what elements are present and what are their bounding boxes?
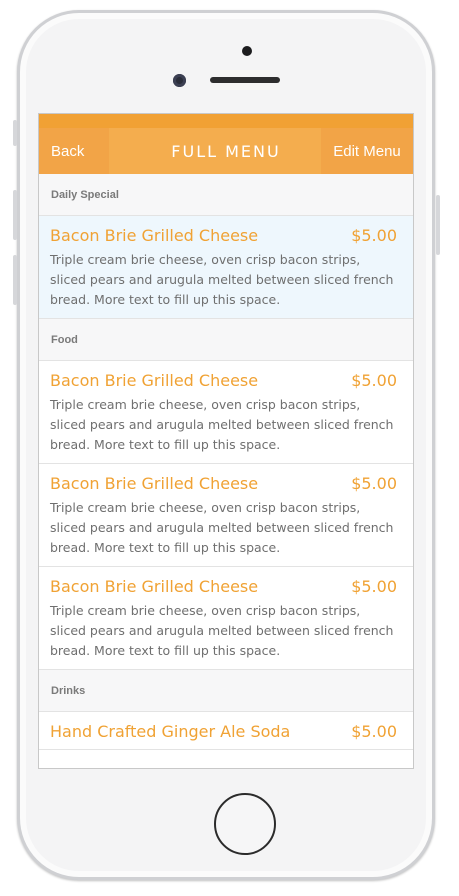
- menu-item-description: Triple cream brie cheese, oven crisp bac…: [50, 252, 394, 307]
- speaker-grille: [210, 77, 280, 83]
- menu-item-header: Hand Crafted Ginger Ale Soda $5.00: [50, 722, 397, 741]
- menu-item[interactable]: Bacon Brie Grilled Cheese $5.00 Triple cre…: [39, 361, 413, 464]
- app-screen: Back FULL MENU Edit Menu Daily Special Ba…: [38, 113, 414, 769]
- menu-item-name: Hand Crafted Ginger Ale Soda: [50, 722, 291, 741]
- edit-menu-button[interactable]: Edit Menu: [321, 128, 413, 174]
- volume-down-button: [13, 255, 17, 305]
- volume-up-button: [13, 190, 17, 240]
- menu-list: Daily Special Bacon Brie Grilled Cheese $5…: [39, 174, 413, 750]
- menu-item[interactable]: Bacon Brie Grilled Cheese $5.00 Triple cre…: [39, 567, 413, 670]
- menu-item[interactable]: Bacon Brie Grilled Cheese $5.00 Triple cre…: [39, 216, 413, 319]
- home-button[interactable]: [214, 793, 276, 855]
- menu-item-name: Bacon Brie Grilled Cheese: [50, 474, 259, 493]
- camera-dot-icon: [242, 46, 252, 56]
- menu-item-header: Bacon Brie Grilled Cheese $5.00: [50, 371, 397, 390]
- menu-item-price: $5.00: [351, 722, 397, 741]
- menu-item-header: Bacon Brie Grilled Cheese $5.00: [50, 577, 397, 596]
- menu-item-header: Bacon Brie Grilled Cheese $5.00: [50, 474, 397, 493]
- menu-item-header: Bacon Brie Grilled Cheese $5.00: [50, 226, 397, 245]
- menu-item-description: Triple cream brie cheese, oven crisp bac…: [50, 397, 394, 452]
- menu-item-price: $5.00: [351, 226, 397, 245]
- menu-item-description: Triple cream brie cheese, oven crisp bac…: [50, 500, 394, 555]
- back-button[interactable]: Back: [39, 128, 109, 174]
- menu-item[interactable]: Hand Crafted Ginger Ale Soda $5.00: [39, 712, 413, 750]
- menu-item-name: Bacon Brie Grilled Cheese: [50, 577, 259, 596]
- status-bar: [39, 114, 413, 128]
- menu-item-name: Bacon Brie Grilled Cheese: [50, 371, 259, 390]
- navbar: Back FULL MENU Edit Menu: [39, 128, 413, 174]
- mute-switch: [13, 120, 17, 146]
- front-camera-icon: [173, 74, 186, 87]
- menu-item[interactable]: Bacon Brie Grilled Cheese $5.00 Triple cre…: [39, 464, 413, 567]
- menu-item-price: $5.00: [351, 371, 397, 390]
- menu-item-price: $5.00: [351, 474, 397, 493]
- section-header: Food: [39, 319, 413, 361]
- menu-item-name: Bacon Brie Grilled Cheese: [50, 226, 259, 245]
- section-header: Daily Special: [39, 174, 413, 216]
- section-header: Drinks: [39, 670, 413, 712]
- power-button: [436, 195, 440, 255]
- menu-item-description: Triple cream brie cheese, oven crisp bac…: [50, 603, 394, 658]
- menu-item-price: $5.00: [351, 577, 397, 596]
